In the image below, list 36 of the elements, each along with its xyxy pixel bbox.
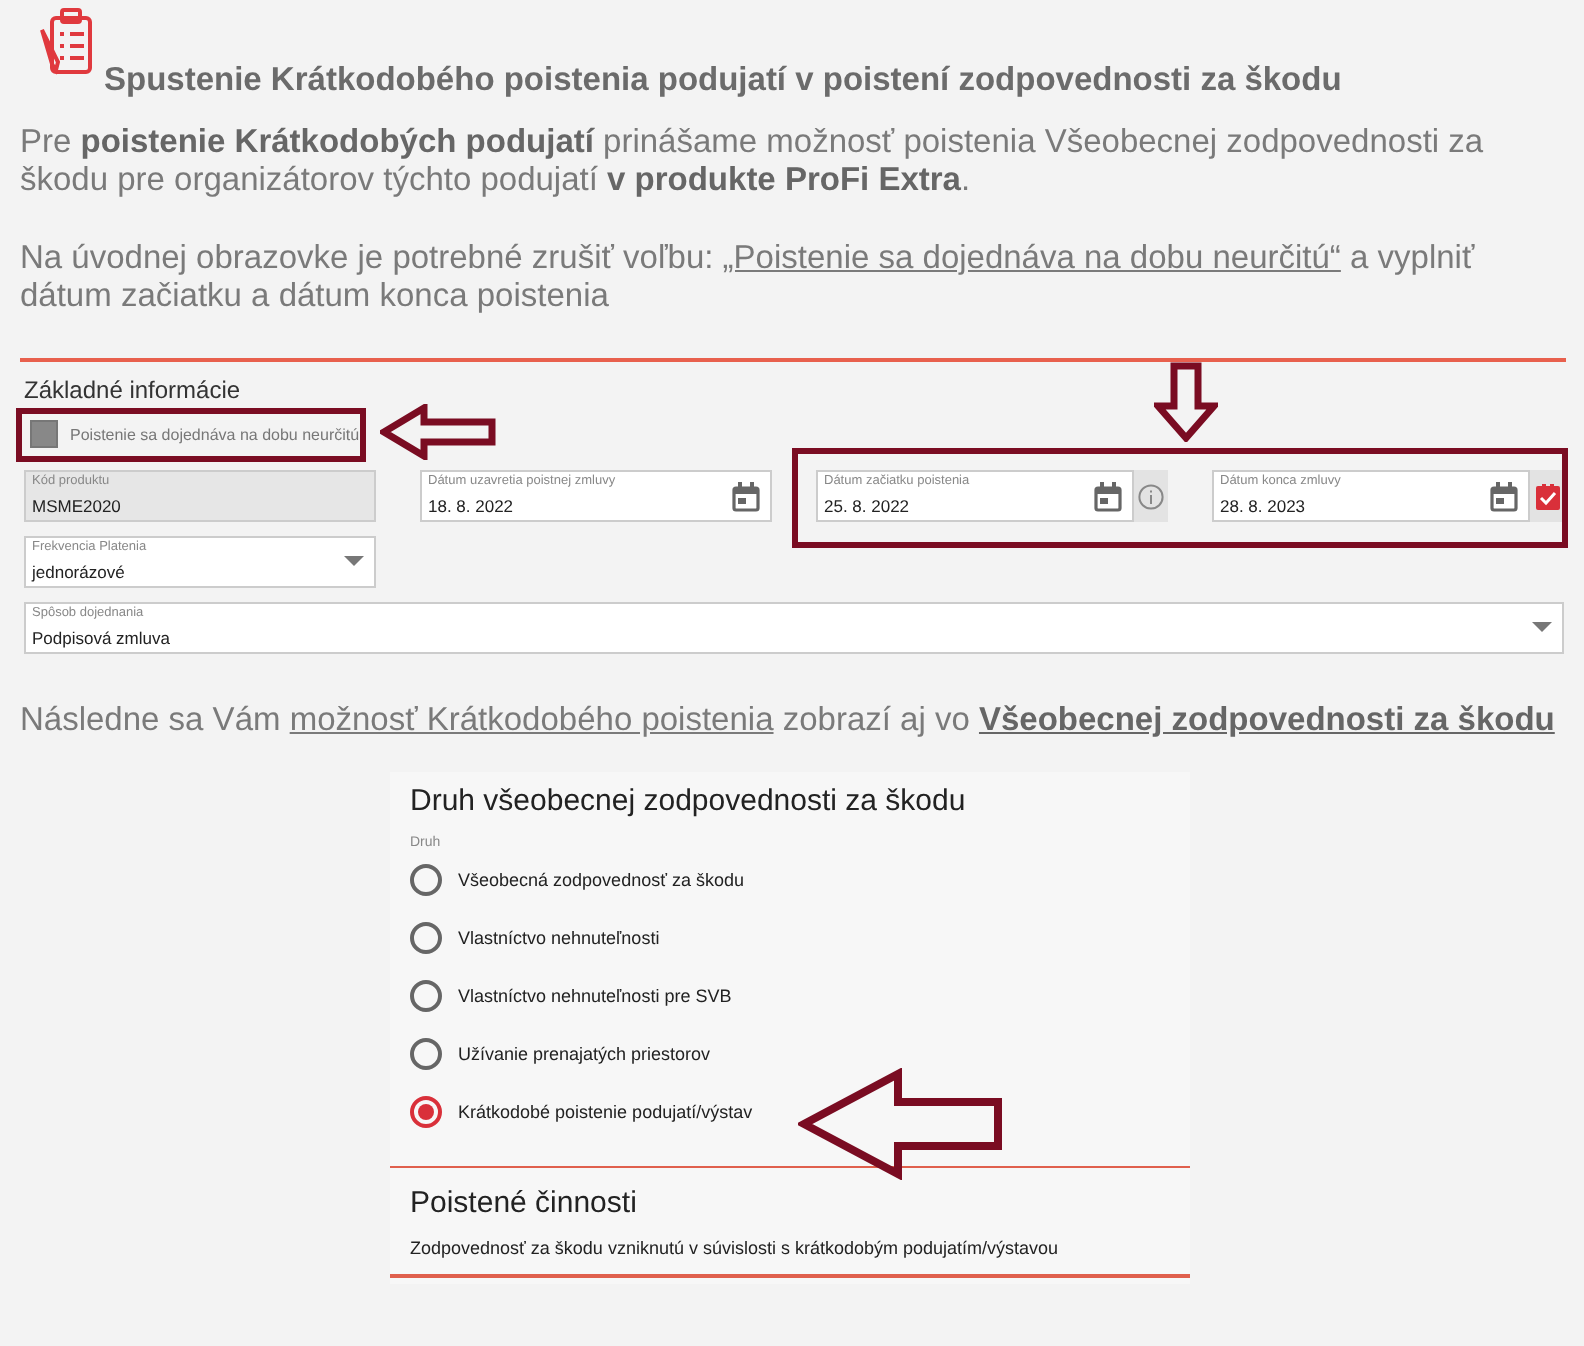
checkbox-label: Poistenie sa dojednáva na dobu neurčitú xyxy=(70,425,360,443)
dropdown-arrow-icon xyxy=(1532,622,1552,634)
field-value: jednorázové xyxy=(32,559,127,585)
radio-button[interactable] xyxy=(410,1095,442,1127)
section-heading: Druh všeobecnej zodpovednosti za škodu xyxy=(410,784,968,818)
field-value: 25. 8. 2022 xyxy=(824,493,912,519)
calendar-icon xyxy=(732,481,760,511)
info-icon xyxy=(1138,483,1164,509)
description-text: Zodpovednosť za škodu vzniknutú v súvislosti s krátkodobým podujatím/výstavou xyxy=(410,1238,1061,1258)
calendar-icon xyxy=(1490,481,1518,511)
instruction-text: Na úvodnej obrazovke je potrebné zrušiť voľbu: „Poistenie sa dojednáva na dobu neurčitú“ a vyplniť dátum začiatku a dátum konca poistenia xyxy=(20,240,1477,316)
field-value: 28. 8. 2023 xyxy=(1220,493,1308,519)
calendar-icon xyxy=(1094,481,1122,511)
section-heading: Poistené činnosti xyxy=(410,1186,639,1220)
radio-button[interactable] xyxy=(410,921,442,953)
field-value: 18. 8. 2022 xyxy=(428,493,516,519)
field-value: Podpisová zmluva xyxy=(32,625,172,651)
dropdown-arrow-icon xyxy=(344,556,364,568)
radio-button[interactable] xyxy=(410,1037,442,1069)
clipboard-icon xyxy=(38,6,94,78)
radio-button[interactable] xyxy=(410,979,442,1011)
radio-label[interactable]: Krátkodobé poistenie podujatí/výstav xyxy=(458,1101,753,1121)
section-heading: Základné informácie xyxy=(24,376,243,404)
instruction-text: Pre poistenie Krátkodobých podujatí prinášame možnosť poistenia Všeobecnej zodpovednosti za škodu pre organizátorov týchto podujatí v produkte ProFi Extra. xyxy=(20,124,1486,200)
radio-label[interactable]: Vlastníctvo nehnuteľnosti pre SVB xyxy=(458,985,732,1005)
radio-label[interactable]: Všeobecná zodpovednosť za škodu xyxy=(458,869,744,889)
down-arrow-icon xyxy=(1154,362,1218,442)
radio-label[interactable]: Vlastníctvo nehnuteľnosti xyxy=(458,927,660,947)
instruction-text: Následne sa Vám možnosť Krátkodobého poistenia zobrazí aj vo Všeobecnej zodpovednosti za škodu xyxy=(20,702,1557,740)
field-value: MSME2020 xyxy=(32,493,123,519)
radio-button[interactable] xyxy=(410,863,442,895)
calendar-check-icon xyxy=(1535,483,1559,509)
left-arrow-icon xyxy=(380,404,496,460)
radio-label[interactable]: Užívanie prenajatých priestorov xyxy=(458,1043,711,1063)
left-arrow-icon xyxy=(798,1068,1006,1180)
page-title: Spustenie Krátkodobého poistenia podujatí v poistení zodpovednosti za škodu xyxy=(104,62,1342,100)
